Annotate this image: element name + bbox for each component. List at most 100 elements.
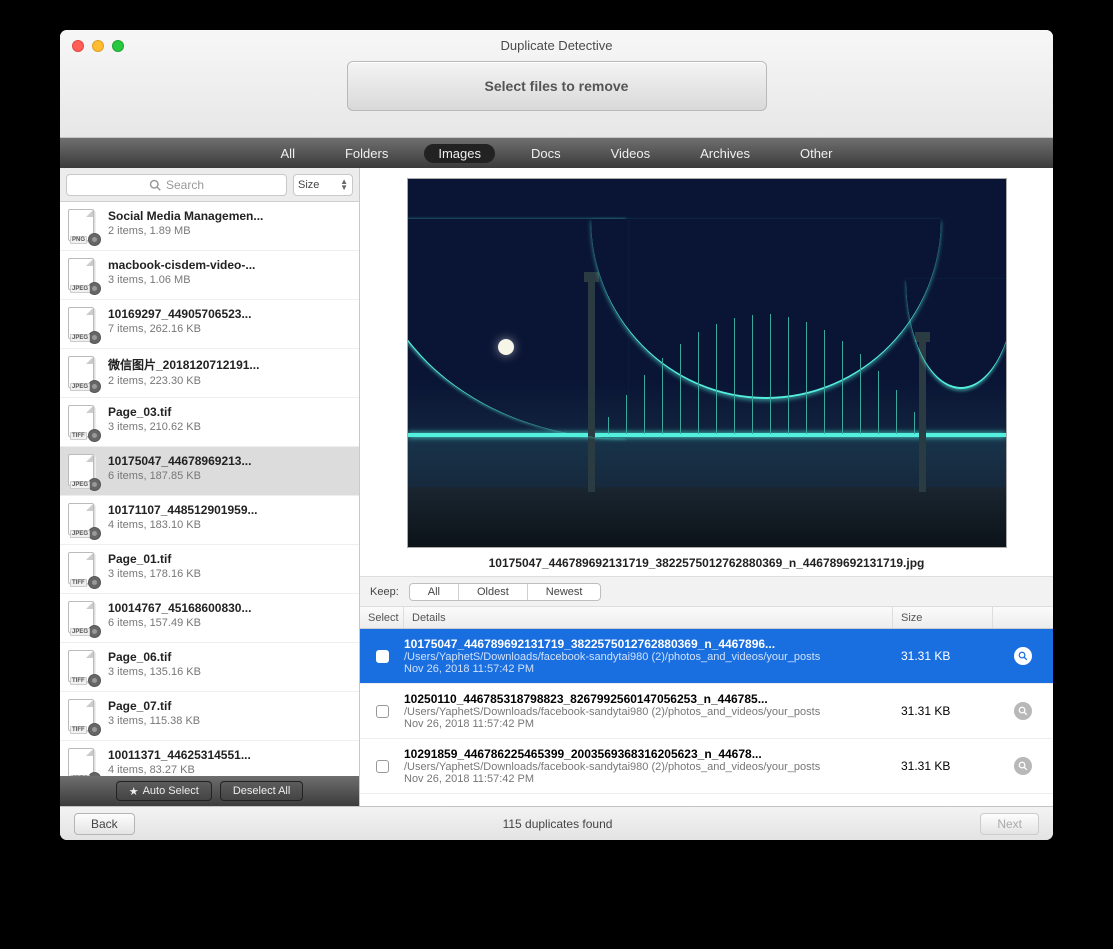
preview-area: 10175047_446789692131719_382257501276288…	[360, 168, 1053, 577]
file-path: /Users/YaphetS/Downloads/facebook-sandyt…	[404, 706, 885, 718]
file-date: Nov 26, 2018 11:57:42 PM	[404, 773, 885, 785]
group-name: 10014767_45168600830...	[108, 601, 351, 615]
tab-folders[interactable]: Folders	[331, 144, 402, 163]
file-text: 微信图片_2018120712191... 2 items, 223.30 KB	[108, 356, 351, 390]
filetype-badge: TIFF	[70, 432, 87, 440]
deselect-all-button[interactable]: Deselect All	[220, 781, 303, 801]
keep-option-oldest[interactable]: Oldest	[459, 584, 528, 600]
tab-images[interactable]: Images	[424, 144, 495, 163]
duplicate-group-item[interactable]: TIFF Page_03.tif 3 items, 210.62 KB	[60, 398, 359, 447]
checkbox[interactable]	[376, 760, 389, 773]
duplicate-group-item[interactable]: JPEG 10171107_448512901959... 4 items, 1…	[60, 496, 359, 545]
col-actions	[993, 607, 1053, 628]
file-column-header: Select Details Size	[360, 607, 1053, 629]
filetype-badge: JPEG	[70, 285, 90, 293]
app-window: Duplicate Detective Select files to remo…	[60, 30, 1053, 840]
group-meta: 3 items, 178.16 KB	[108, 568, 351, 580]
filetype-badge: PNG	[70, 236, 87, 244]
reveal-button[interactable]	[1014, 757, 1032, 775]
file-select-cell	[360, 650, 404, 663]
file-text: Page_06.tif 3 items, 135.16 KB	[108, 650, 351, 684]
tab-archives[interactable]: Archives	[686, 144, 764, 163]
content-body: Search Size ▲▼ PNG Social Media Manageme…	[60, 168, 1053, 806]
magnifier-icon	[1018, 761, 1028, 771]
file-list[interactable]: 10175047_446789692131719_382257501276288…	[360, 629, 1053, 806]
reveal-button[interactable]	[1014, 647, 1032, 665]
group-name: Social Media Managemen...	[108, 209, 351, 223]
filetype-badge: JPEG	[70, 628, 90, 636]
file-size: 31.31 KB	[893, 704, 993, 718]
next-button[interactable]: Next	[980, 813, 1039, 835]
file-icon: JPEG	[68, 454, 98, 488]
back-button[interactable]: Back	[74, 813, 135, 835]
traffic-lights	[72, 40, 124, 52]
group-meta: 3 items, 1.06 MB	[108, 274, 351, 286]
duplicate-group-item[interactable]: JPEG 10169297_44905706523... 7 items, 26…	[60, 300, 359, 349]
reveal-button[interactable]	[1014, 702, 1032, 720]
tab-docs[interactable]: Docs	[517, 144, 575, 163]
file-text: 10175047_44678969213... 6 items, 187.85 …	[108, 454, 351, 488]
sort-select[interactable]: Size ▲▼	[293, 174, 353, 196]
file-icon: JPEG	[68, 748, 98, 776]
checkbox[interactable]	[376, 650, 389, 663]
search-placeholder: Search	[166, 178, 204, 192]
group-name: Page_01.tif	[108, 552, 351, 566]
group-name: 10175047_44678969213...	[108, 454, 351, 468]
tab-videos[interactable]: Videos	[597, 144, 665, 163]
minimize-icon[interactable]	[92, 40, 104, 52]
filetype-badge: TIFF	[70, 579, 87, 587]
file-row[interactable]: 10291859_446786225465399_200356936831620…	[360, 739, 1053, 794]
keep-option-newest[interactable]: Newest	[528, 584, 601, 600]
group-meta: 4 items, 183.10 KB	[108, 519, 351, 531]
duplicate-group-item[interactable]: TIFF Page_07.tif 3 items, 115.38 KB	[60, 692, 359, 741]
file-date: Nov 26, 2018 11:57:42 PM	[404, 663, 885, 675]
keep-option-all[interactable]: All	[410, 584, 459, 600]
auto-select-button[interactable]: ★ Auto Select	[116, 781, 212, 801]
magnifier-icon	[1018, 651, 1028, 661]
duplicate-group-item[interactable]: JPEG 微信图片_2018120712191... 2 items, 223.…	[60, 349, 359, 398]
file-icon: TIFF	[68, 650, 98, 684]
close-icon[interactable]	[72, 40, 84, 52]
file-select-cell	[360, 760, 404, 773]
search-icon	[149, 179, 161, 191]
checkbox[interactable]	[376, 705, 389, 718]
duplicate-groups-list[interactable]: PNG Social Media Managemen... 2 items, 1…	[60, 202, 359, 776]
duplicate-group-item[interactable]: PNG Social Media Managemen... 2 items, 1…	[60, 202, 359, 251]
duplicate-group-item[interactable]: TIFF Page_06.tif 3 items, 135.16 KB	[60, 643, 359, 692]
filter-tabbar: All Folders Images Docs Videos Archives Other	[60, 138, 1053, 168]
file-icon: JPEG	[68, 307, 98, 341]
duplicate-group-item[interactable]: JPEG 10011371_44625314551... 4 items, 83…	[60, 741, 359, 776]
file-details: 10291859_446786225465399_200356936831620…	[404, 739, 893, 793]
preview-image	[407, 178, 1007, 548]
col-select[interactable]: Select	[360, 607, 404, 628]
file-row[interactable]: 10250110_446785318798823_826799256014705…	[360, 684, 1053, 739]
titlebar: Duplicate Detective Select files to remo…	[60, 30, 1053, 138]
file-size: 31.31 KB	[893, 649, 993, 663]
duplicate-group-item[interactable]: JPEG macbook-cisdem-video-... 3 items, 1…	[60, 251, 359, 300]
tab-all[interactable]: All	[267, 144, 309, 163]
duplicate-group-item[interactable]: TIFF Page_01.tif 3 items, 178.16 KB	[60, 545, 359, 594]
group-name: Page_06.tif	[108, 650, 351, 664]
sidebar-footer: ★ Auto Select Deselect All	[60, 776, 359, 806]
filetype-badge: JPEG	[70, 481, 90, 489]
group-meta: 2 items, 223.30 KB	[108, 375, 351, 387]
magnifier-icon	[1018, 706, 1028, 716]
file-path: /Users/YaphetS/Downloads/facebook-sandyt…	[404, 651, 885, 663]
star-icon: ★	[129, 785, 139, 798]
duplicate-group-item[interactable]: JPEG 10014767_45168600830... 6 items, 15…	[60, 594, 359, 643]
search-input[interactable]: Search	[66, 174, 287, 196]
file-text: 10171107_448512901959... 4 items, 183.10…	[108, 503, 351, 537]
tab-other[interactable]: Other	[786, 144, 847, 163]
zoom-icon[interactable]	[112, 40, 124, 52]
col-size[interactable]: Size	[893, 607, 993, 628]
file-icon: JPEG	[68, 601, 98, 635]
duplicate-group-item[interactable]: JPEG 10175047_44678969213... 6 items, 18…	[60, 447, 359, 496]
file-row[interactable]: 10175047_446789692131719_382257501276288…	[360, 629, 1053, 684]
file-text: Page_03.tif 3 items, 210.62 KB	[108, 405, 351, 439]
col-details[interactable]: Details	[404, 607, 893, 628]
preview-filename: 10175047_446789692131719_382257501276288…	[380, 556, 1033, 570]
deselect-label: Deselect All	[233, 785, 290, 797]
keep-segmented-control[interactable]: AllOldestNewest	[409, 583, 602, 601]
file-icon: TIFF	[68, 552, 98, 586]
file-name: 10291859_446786225465399_200356936831620…	[404, 747, 885, 761]
